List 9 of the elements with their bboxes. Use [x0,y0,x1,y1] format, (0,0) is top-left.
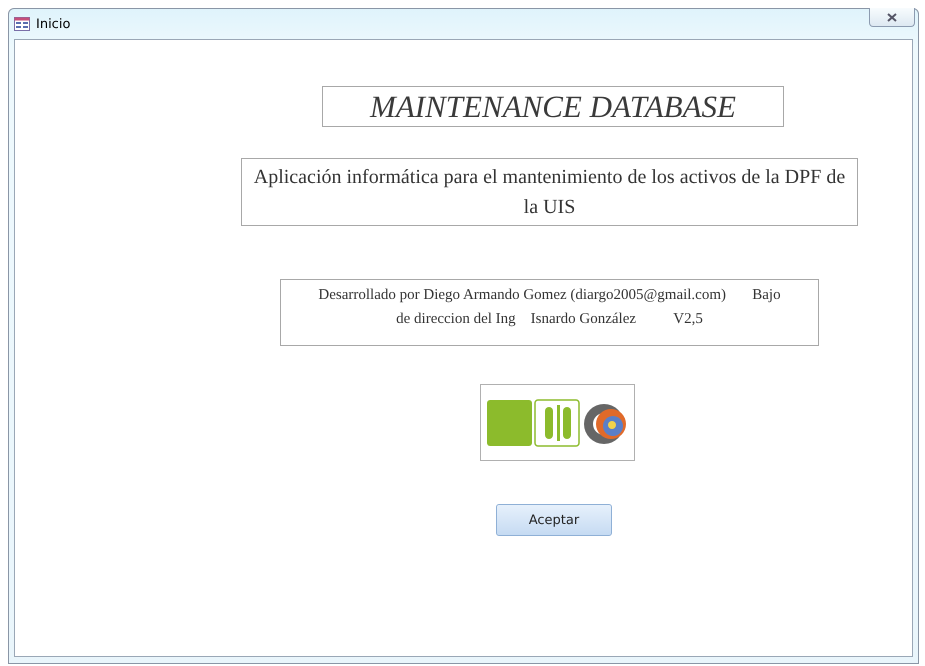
credits-line: de direccion del Ing Isnardo González V2,5 [396,310,703,329]
app-description: Aplicación informática para el mantenimiento de los activos de la DPF de la UIS [241,158,858,226]
close-icon [887,12,897,22]
form-icon [14,17,30,31]
app-heading: MAINTENANCE DATABASE [322,86,784,127]
close-button[interactable] [869,8,915,27]
credits-line: Desarrollado por Diego Armando Gomez (diargo2005@gmail.com) Bajo [318,286,781,305]
accept-button[interactable]: Aceptar [496,504,612,536]
window-title: Inicio [36,16,70,32]
